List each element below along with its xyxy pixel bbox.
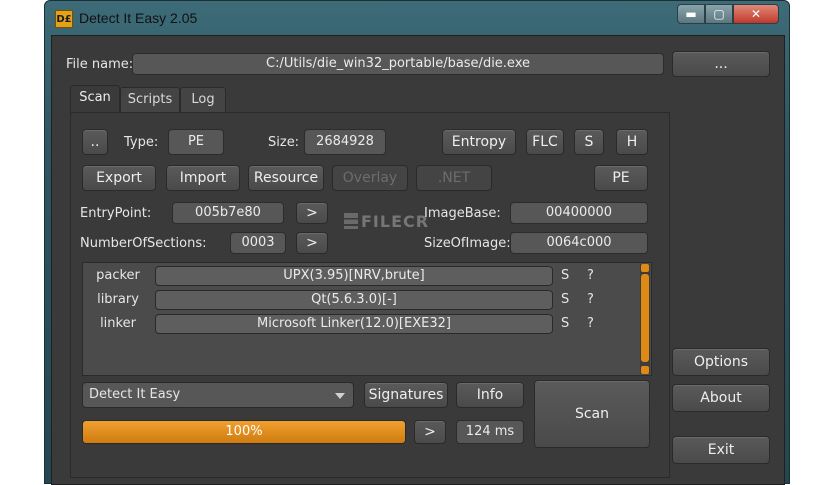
resource-button[interactable]: Resource — [248, 165, 324, 191]
size-field[interactable]: 2684928 — [304, 129, 386, 155]
entrypoint-field[interactable]: 005b7e80 — [172, 202, 284, 224]
sizeofimage-label: SizeOfImage: — [424, 236, 511, 251]
close-button[interactable]: ✕ — [733, 4, 779, 24]
numsections-go-button[interactable]: > — [296, 232, 328, 254]
watermark-text: FILECR — [361, 212, 430, 231]
result-type: linker — [100, 316, 136, 331]
title-bar[interactable]: D£ Detect It Easy 2.05 ▬ ▢ ✕ — [45, 1, 789, 35]
window-title: Detect It Easy 2.05 — [79, 10, 198, 26]
engine-select-value: Detect It Easy — [89, 387, 181, 402]
options-button[interactable]: Options — [672, 348, 770, 376]
flc-button[interactable]: FLC — [526, 129, 564, 155]
dots-button[interactable]: .. — [82, 129, 108, 155]
entrypoint-label: EntryPoint: — [80, 206, 152, 221]
filecr-logo-icon — [344, 213, 358, 229]
minimize-button[interactable]: ▬ — [677, 4, 705, 24]
result-value-field[interactable]: UPX(3.95)[NRV,brute] — [155, 266, 553, 286]
pe-button[interactable]: PE — [594, 165, 648, 191]
scan-progress-bar: 100% — [82, 420, 406, 444]
type-label: Type: — [124, 135, 159, 150]
tab-scan[interactable]: Scan — [70, 85, 120, 114]
h-button[interactable]: H — [616, 129, 648, 155]
entropy-button[interactable]: Entropy — [442, 129, 516, 155]
result-info-button[interactable]: ? — [587, 292, 594, 307]
signatures-button[interactable]: Signatures — [364, 382, 448, 408]
scan-button[interactable]: Scan — [534, 380, 650, 448]
file-name-label: File name: — [66, 57, 134, 72]
engine-select[interactable]: Detect It Easy — [82, 382, 354, 408]
tab-scripts[interactable]: Scripts — [120, 87, 180, 113]
net-button[interactable]: .NET — [416, 165, 492, 191]
s-button[interactable]: S — [574, 129, 604, 155]
about-button[interactable]: About — [672, 384, 770, 412]
scroll-thumb[interactable] — [641, 274, 649, 362]
export-button[interactable]: Export — [82, 165, 156, 191]
result-value-field[interactable]: Microsoft Linker(12.0)[EXE32] — [155, 314, 553, 334]
info-button[interactable]: Info — [456, 382, 524, 408]
result-s-button[interactable]: S — [561, 292, 569, 307]
exit-button[interactable]: Exit — [672, 436, 770, 464]
chevron-down-icon — [335, 393, 345, 399]
watermark: FILECR — [344, 212, 429, 231]
die-app-icon: D£ — [55, 10, 73, 28]
main-window: D£ Detect It Easy 2.05 ▬ ▢ ✕ File name: … — [44, 0, 790, 485]
imagebase-label: ImageBase: — [424, 206, 501, 221]
numsections-field[interactable]: 0003 — [230, 232, 286, 254]
results-scrollbar[interactable] — [640, 264, 650, 374]
imagebase-field[interactable]: 00400000 — [510, 202, 648, 224]
overlay-button[interactable]: Overlay — [332, 165, 408, 191]
scroll-up-icon[interactable] — [641, 264, 649, 272]
sizeofimage-field[interactable]: 0064c000 — [510, 232, 648, 254]
window-controls: ▬ ▢ ✕ — [677, 4, 779, 24]
numsections-label: NumberOfSections: — [80, 236, 207, 251]
result-info-button[interactable]: ? — [587, 268, 594, 283]
result-s-button[interactable]: S — [561, 316, 569, 331]
import-button[interactable]: Import — [166, 165, 240, 191]
type-field[interactable]: PE — [168, 129, 224, 155]
results-list: packer UPX(3.95)[NRV,brute] S ? library … — [82, 262, 652, 376]
result-type: library — [97, 292, 139, 307]
scan-time-field: 124 ms — [456, 420, 524, 444]
progress-go-button[interactable]: > — [414, 420, 446, 444]
browse-button[interactable]: ... — [672, 51, 770, 77]
result-type: packer — [96, 268, 140, 283]
tab-log[interactable]: Log — [180, 87, 226, 113]
size-label: Size: — [268, 135, 300, 150]
result-value-field[interactable]: Qt(5.6.3.0)[-] — [155, 290, 553, 310]
scroll-down-icon[interactable] — [641, 366, 649, 374]
progress-text: 100% — [225, 424, 263, 439]
result-s-button[interactable]: S — [561, 268, 569, 283]
entrypoint-go-button[interactable]: > — [296, 202, 328, 224]
file-name-field[interactable]: C:/Utils/die_win32_portable/base/die.exe — [132, 53, 664, 75]
client-area: File name: C:/Utils/die_win32_portable/b… — [51, 35, 785, 485]
result-info-button[interactable]: ? — [587, 316, 594, 331]
maximize-button[interactable]: ▢ — [705, 4, 733, 24]
